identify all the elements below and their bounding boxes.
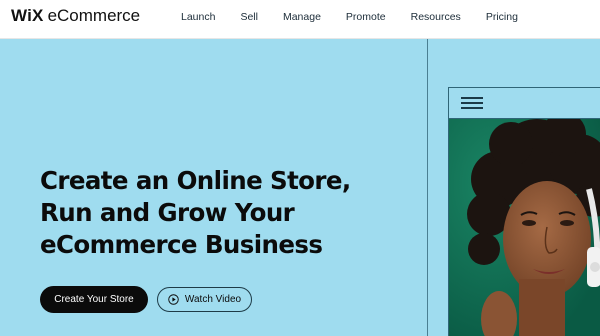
hero-headline: Create an Online Store, Run and Grow You… [40,165,400,261]
play-circle-icon [168,294,179,305]
create-your-store-button[interactable]: Create Your Store [40,286,148,313]
site-preview-mockup [448,87,600,336]
hero-section: Create an Online Store, Run and Grow You… [0,39,600,336]
watch-video-label: Watch Video [184,294,242,305]
nav-item-pricing[interactable]: Pricing [486,11,518,23]
logo-product-text: eCommerce [47,6,141,25]
page: WiX eCommerce Launch Sell Manage Promote… [0,0,600,336]
mockup-header-bar [449,88,600,119]
nav-item-resources[interactable]: Resources [411,11,461,23]
hero-headline-line-3: eCommerce Business [40,230,323,259]
hero-headline-line-2: Run and Grow Your [40,198,295,227]
nav-item-manage[interactable]: Manage [283,11,321,23]
logo-wix-text: WiX [11,6,44,25]
wix-ecommerce-logo[interactable]: WiX eCommerce [11,6,140,28]
hero-headline-line-1: Create an Online Store, [40,166,351,195]
nav-item-launch[interactable]: Launch [181,11,215,23]
nav-item-promote[interactable]: Promote [346,11,386,23]
nav-item-sell[interactable]: Sell [240,11,258,23]
main-nav: Launch Sell Manage Promote Resources Pri… [181,11,518,23]
hero-divider-line [427,39,428,336]
watch-video-button[interactable]: Watch Video [157,287,252,312]
top-navigation-bar: WiX eCommerce Launch Sell Manage Promote… [0,0,600,39]
hamburger-menu-icon[interactable] [461,97,483,109]
woman-with-headphones-photo [449,119,600,336]
